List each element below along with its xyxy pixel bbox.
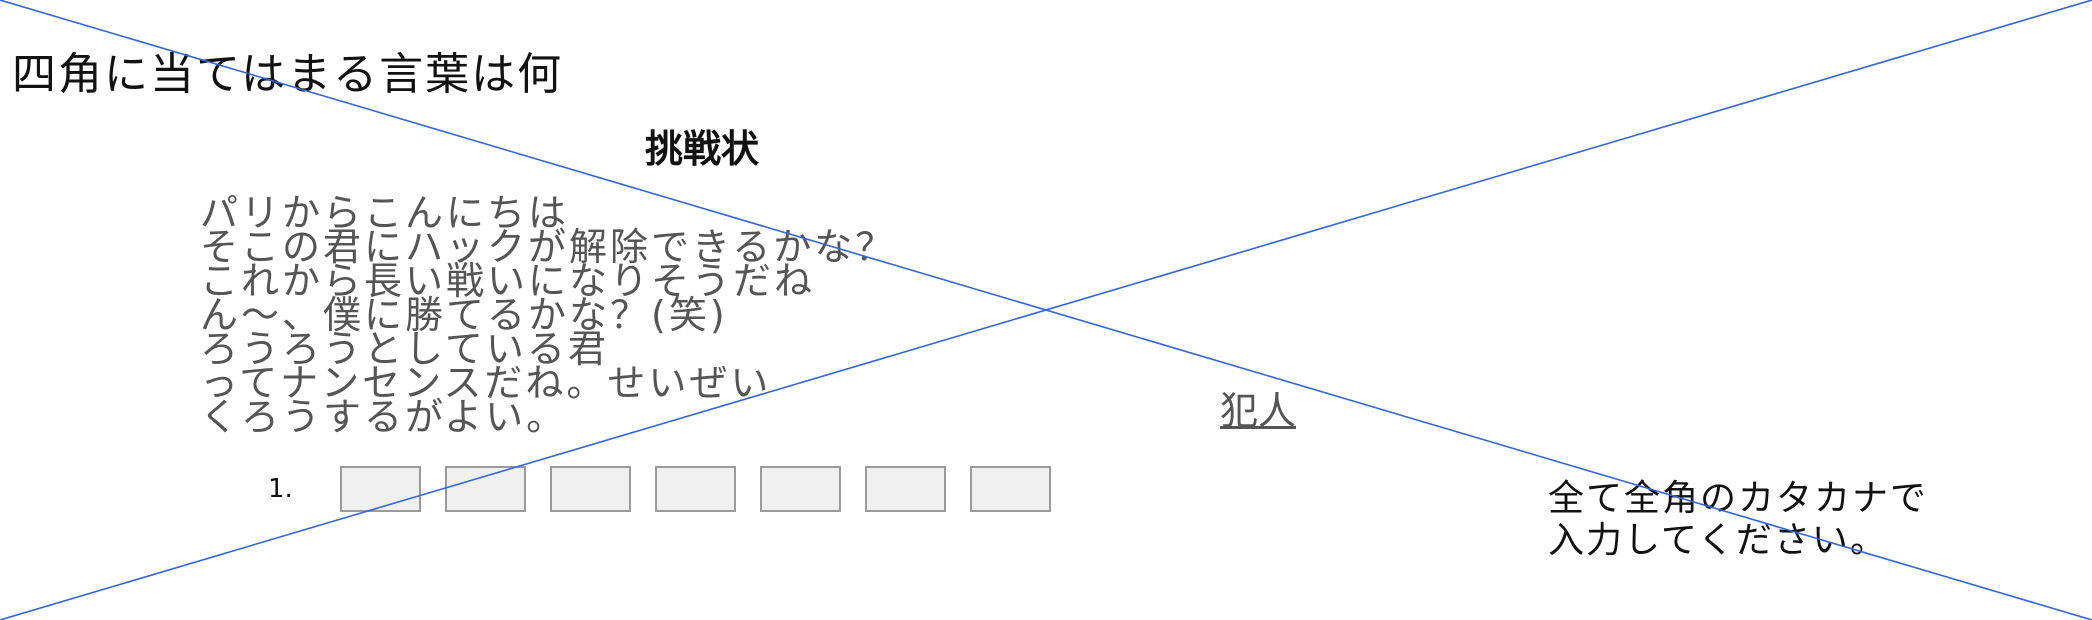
quiz-page: 四角に当てはまる言葉は何 挑戦状 パリからこんにちは そこの君にハックが解除でき… [0,0,2092,620]
answer-number-label: 1. [268,474,293,504]
hint-line: 入力してください。 [1548,520,1888,561]
letter-body: パリからこんにちは そこの君にハックが解除できるかな？ これから長い戦いになりそ… [200,194,896,439]
answer-box-1[interactable] [340,466,421,512]
letter-line: くろうするがよい。 [200,395,568,439]
answer-box-4[interactable] [655,466,736,512]
answer-box-6[interactable] [865,466,946,512]
question-text: 四角に当てはまる言葉は何 [12,49,564,100]
answer-row: 1. [268,464,1075,514]
answer-box-7[interactable] [970,466,1051,512]
letter-signature: 犯人 [1220,389,1297,433]
answer-box-3[interactable] [550,466,631,512]
hint-line: 全て全角のカタカナで [1548,478,1929,519]
answer-box-5[interactable] [760,466,841,512]
answer-box-2[interactable] [445,466,526,512]
letter-title: 挑戦状 [645,127,760,171]
input-hint: 全て全角のカタカナで 入力してください。 [1548,478,1928,562]
